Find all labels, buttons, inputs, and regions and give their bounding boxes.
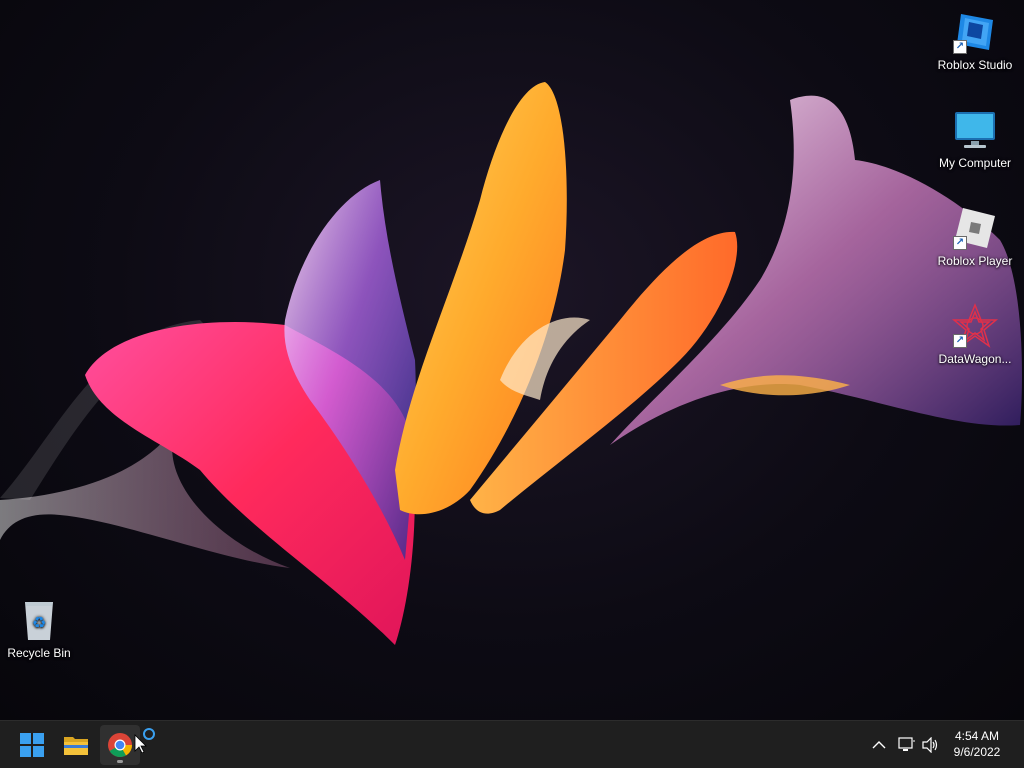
shortcut-arrow-icon: ↗ bbox=[953, 334, 967, 348]
clock-time: 4:54 AM bbox=[954, 729, 1000, 743]
desktop-icon-label: Recycle Bin bbox=[7, 646, 71, 660]
desktop-icon-my-computer[interactable]: My Computer bbox=[936, 106, 1014, 170]
network-button[interactable] bbox=[897, 735, 917, 755]
running-indicator bbox=[117, 760, 123, 763]
start-button[interactable] bbox=[12, 725, 52, 765]
monitor-icon bbox=[951, 106, 999, 154]
clock-date: 9/6/2022 bbox=[953, 745, 1001, 759]
network-icon bbox=[898, 737, 915, 751]
roblox-studio-icon: ↗ bbox=[951, 8, 999, 56]
taskbar: 4:54 AM 9/6/2022 bbox=[0, 720, 1024, 768]
shortcut-arrow-icon: ↗ bbox=[953, 40, 967, 54]
show-hidden-icons-button[interactable] bbox=[869, 735, 889, 755]
chevron-up-icon bbox=[872, 741, 886, 749]
desktop[interactable]: ↗ Roblox Studio My Computer ↗ Roblox Pla… bbox=[0, 0, 1024, 720]
desktop-icon-label: Roblox Studio bbox=[937, 58, 1013, 72]
desktop-icon-recycle-bin[interactable]: ♻ Recycle Bin bbox=[0, 596, 78, 660]
windows-start-icon bbox=[20, 733, 44, 757]
recycle-bin-icon: ♻ bbox=[15, 596, 63, 644]
desktop-icon-roblox-studio[interactable]: ↗ Roblox Studio bbox=[936, 8, 1014, 72]
shortcut-arrow-icon: ↗ bbox=[953, 236, 967, 250]
chrome-icon bbox=[108, 733, 132, 758]
file-explorer-button[interactable] bbox=[56, 725, 96, 765]
desktop-icon-label: DataWagon... bbox=[938, 352, 1012, 366]
desktop-icon-label: Roblox Player bbox=[937, 254, 1013, 268]
datawagon-icon: ↗ bbox=[951, 302, 999, 350]
desktop-icon-label: My Computer bbox=[938, 156, 1012, 170]
svg-text:♻: ♻ bbox=[32, 613, 46, 632]
cursor-busy-icon bbox=[134, 728, 155, 753]
roblox-player-icon: ↗ bbox=[951, 204, 999, 252]
wallpaper bbox=[0, 82, 1022, 645]
desktop-icon-datawagon[interactable]: ↗ DataWagon... bbox=[936, 302, 1014, 366]
volume-icon bbox=[922, 737, 938, 753]
volume-button[interactable] bbox=[921, 735, 941, 755]
clock[interactable]: 4:54 AM 9/6/2022 bbox=[942, 728, 1012, 760]
folder-icon bbox=[64, 737, 88, 755]
desktop-icon-roblox-player[interactable]: ↗ Roblox Player bbox=[936, 204, 1014, 268]
